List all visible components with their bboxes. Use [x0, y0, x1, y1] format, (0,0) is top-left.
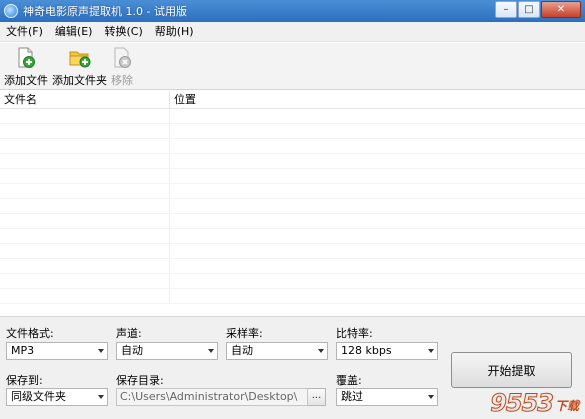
window-controls: – □ ✕ — [495, 1, 581, 18]
savedir-label: 保存目录: — [116, 374, 164, 387]
list-cell — [0, 199, 170, 213]
toolbar: 添加文件 添加文件夹 移除 — [0, 43, 585, 90]
column-header-filename[interactable]: 文件名 — [0, 91, 170, 109]
title-bar: 神奇电影原声提取机 1.0 - 试用版 – □ ✕ — [0, 0, 585, 22]
remove-button[interactable]: 移除 — [111, 43, 133, 88]
bitrate-label: 比特率: — [336, 327, 373, 340]
window-title: 神奇电影原声提取机 1.0 - 试用版 — [23, 5, 187, 18]
list-row — [0, 229, 585, 244]
bitrate-select[interactable]: 128 kbps — [336, 342, 438, 360]
add-file-icon — [15, 47, 37, 69]
samplerate-label: 采样率: — [226, 327, 263, 340]
list-cell — [0, 289, 170, 303]
file-list[interactable] — [0, 109, 585, 316]
watermark-number: 9553 — [490, 389, 555, 418]
chevron-down-icon — [98, 349, 104, 353]
menu-convert[interactable]: 转换(C) — [98, 23, 148, 41]
menu-file[interactable]: 文件(F) — [0, 23, 49, 41]
add-file-button[interactable]: 添加文件 — [4, 43, 48, 88]
overwrite-label: 覆盖: — [336, 374, 362, 387]
bitrate-value: 128 kbps — [341, 344, 392, 357]
column-header-location[interactable]: 位置 — [170, 91, 585, 109]
list-row — [0, 199, 585, 214]
list-row — [0, 184, 585, 199]
list-cell — [0, 184, 170, 198]
channel-value: 自动 — [121, 344, 143, 357]
list-row — [0, 154, 585, 169]
menu-edit[interactable]: 编辑(E) — [49, 23, 99, 41]
savedir-input[interactable]: C:\Users\Administrator\Desktop\ — [116, 388, 308, 406]
list-cell — [0, 109, 170, 123]
remove-label: 移除 — [111, 74, 133, 87]
saveto-label: 保存到: — [6, 374, 43, 387]
list-cell — [0, 154, 170, 168]
chevron-down-icon — [98, 395, 104, 399]
list-row — [0, 289, 585, 304]
list-cell — [0, 244, 170, 258]
samplerate-select[interactable]: 自动 — [226, 342, 328, 360]
list-cell — [0, 229, 170, 243]
overwrite-value: 跳过 — [341, 390, 363, 403]
browse-button[interactable]: ... — [308, 388, 326, 406]
format-label: 文件格式: — [6, 327, 54, 340]
watermark-text: 下载 — [554, 399, 579, 413]
settings-panel: 文件格式: MP3 声道: 自动 采样率: 自动 比特率: 128 kbps 保… — [0, 316, 585, 419]
list-cell — [0, 214, 170, 228]
overwrite-select[interactable]: 跳过 — [336, 388, 438, 406]
add-file-label: 添加文件 — [4, 74, 48, 87]
menu-help[interactable]: 帮助(H) — [149, 23, 200, 41]
maximize-button[interactable]: □ — [518, 1, 540, 18]
list-cell — [0, 169, 170, 183]
close-button[interactable]: ✕ — [541, 1, 581, 18]
list-cell — [0, 139, 170, 153]
channel-label: 声道: — [116, 327, 142, 340]
minimize-button[interactable]: – — [495, 1, 517, 18]
chevron-down-icon — [318, 349, 324, 353]
format-select[interactable]: MP3 — [6, 342, 108, 360]
chevron-down-icon — [428, 349, 434, 353]
list-row — [0, 124, 585, 139]
samplerate-value: 自动 — [231, 344, 253, 357]
list-cell — [0, 259, 170, 273]
add-folder-label: 添加文件夹 — [52, 74, 107, 87]
watermark-logo: 9553 下载 — [490, 389, 579, 418]
remove-icon — [111, 47, 133, 69]
channel-select[interactable]: 自动 — [116, 342, 218, 360]
saveto-value: 同级文件夹 — [11, 390, 66, 403]
list-row — [0, 139, 585, 154]
format-value: MP3 — [11, 344, 35, 357]
saveto-select[interactable]: 同级文件夹 — [6, 388, 108, 406]
add-folder-button[interactable]: 添加文件夹 — [52, 43, 107, 88]
list-cell — [0, 274, 170, 288]
app-icon — [4, 4, 18, 18]
list-row — [0, 169, 585, 184]
list-row — [0, 274, 585, 289]
start-extract-button[interactable]: 开始提取 — [451, 352, 572, 388]
chevron-down-icon — [428, 395, 434, 399]
list-row — [0, 109, 585, 124]
list-row — [0, 244, 585, 259]
add-folder-icon — [69, 47, 91, 69]
chevron-down-icon — [208, 349, 214, 353]
list-cell — [0, 124, 170, 138]
list-row — [0, 214, 585, 229]
list-row — [0, 259, 585, 274]
file-list-header: 文件名 位置 — [0, 91, 585, 109]
menu-bar: 文件(F) 编辑(E) 转换(C) 帮助(H) — [0, 22, 585, 42]
